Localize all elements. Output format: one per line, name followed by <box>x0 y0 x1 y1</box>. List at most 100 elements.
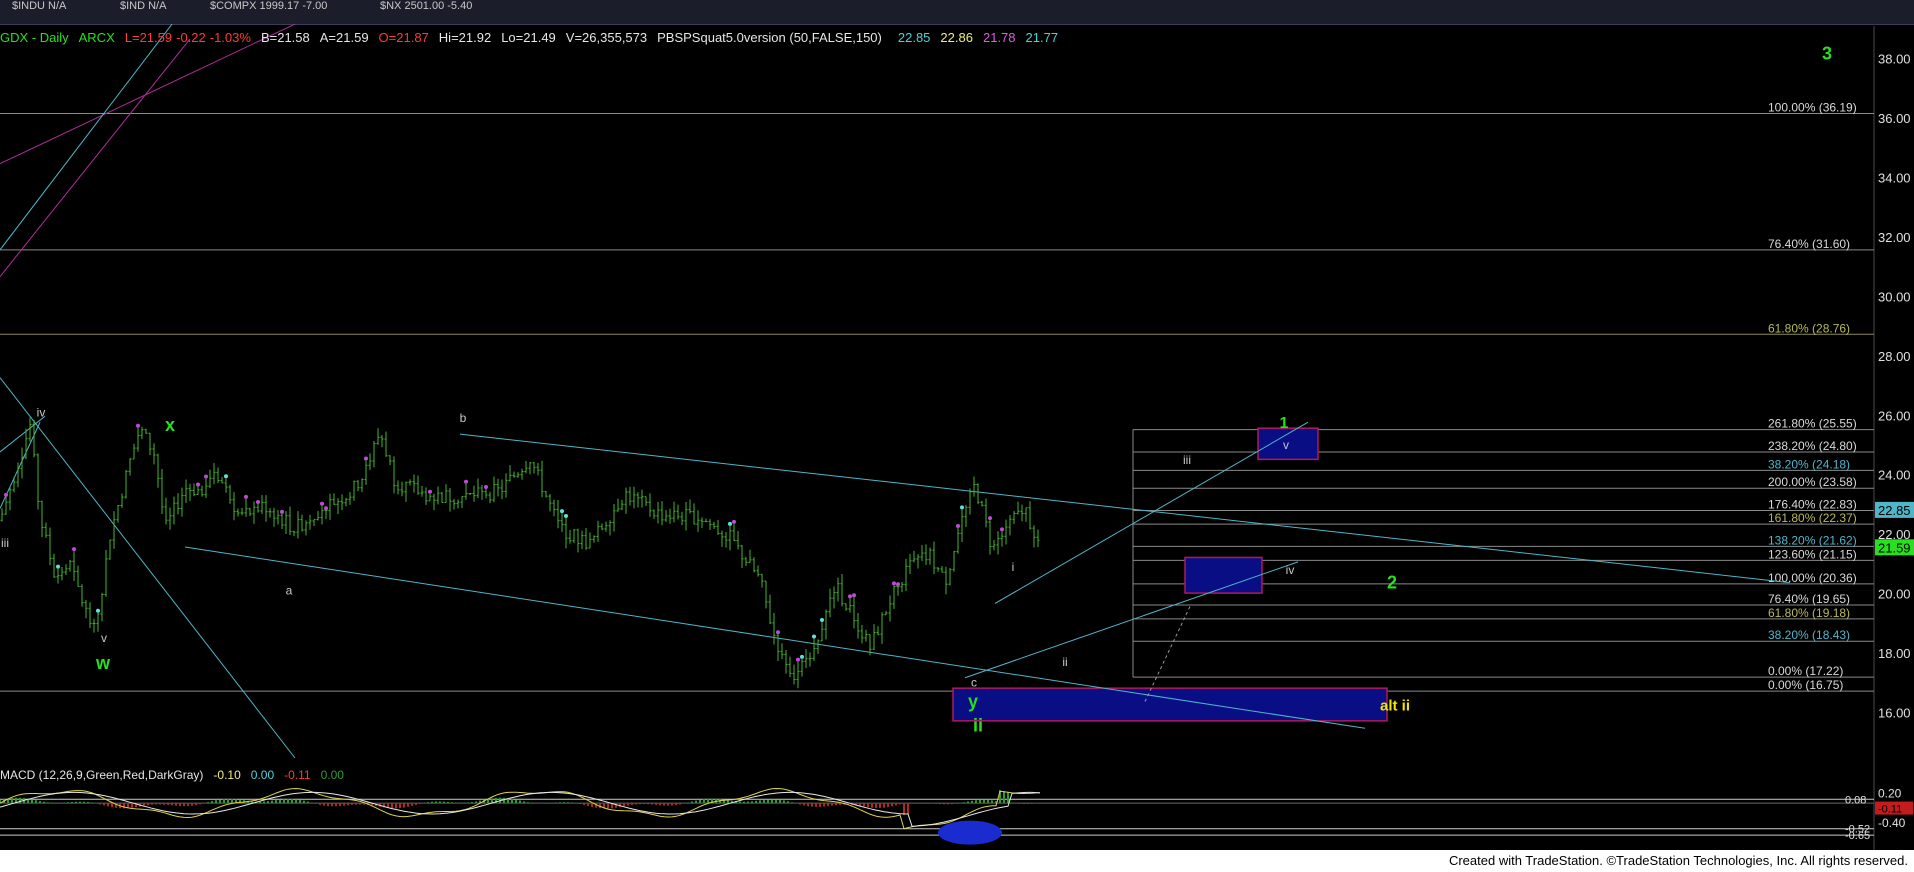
signal-dot <box>564 514 568 519</box>
macd-line <box>0 787 1041 830</box>
wave-label: ii <box>1062 655 1067 669</box>
rising-channel-lower <box>964 561 1299 679</box>
fib-label: 76.40% (31.60) <box>1768 237 1850 251</box>
price-change: -0.22 <box>176 30 206 45</box>
signal-dot <box>204 474 208 479</box>
alt-ii-target-box <box>952 687 1388 722</box>
wave-label: v <box>101 631 107 645</box>
low-price: Lo=21.49 <box>501 30 556 45</box>
fib-label: 76.40% (19.65) <box>1768 592 1850 606</box>
exchange-label: ARCX <box>78 30 115 45</box>
indicator-value-2: 22.86 <box>940 30 973 45</box>
fib-label: 176.40% (22.83) <box>1768 497 1857 511</box>
signal-dot <box>896 582 900 587</box>
price-tag-label: 22.85 <box>1878 503 1911 518</box>
wave-label: 1 <box>1280 415 1289 432</box>
indicator-name: PBSPSquat5.0version (50,FALSE,150) <box>657 30 882 45</box>
y-tick-label: 30.00 <box>1878 289 1911 304</box>
fib-label: 238.20% (24.80) <box>1768 439 1857 453</box>
macd-tag-label: 0.08 <box>1845 794 1866 806</box>
resistance-trend-line <box>459 433 1791 584</box>
signal-dot <box>796 657 800 662</box>
signal-dot <box>428 489 432 494</box>
fib-label: 38.20% (18.43) <box>1768 628 1850 642</box>
macd-header: MACD (12,26,9,Green,Red,DarkGray) -0.10 0.… <box>0 768 354 782</box>
wave-label: v <box>1283 438 1289 452</box>
macd-value-2: 0.00 <box>250 768 275 782</box>
macd-value-3: -0.11 <box>284 768 311 782</box>
wave-label: 3 <box>1822 44 1832 64</box>
indicator-value-4: 21.77 <box>1025 30 1059 45</box>
signal-dot <box>136 423 140 428</box>
price-chart[interactable]: 100.00% (36.19) 76.40% (31.60) 61.80% (28.… <box>0 0 1914 850</box>
signal-dot <box>1000 527 1004 532</box>
bid-price: B=21.58 <box>260 30 310 45</box>
signal-dot <box>728 521 732 526</box>
y-tick-label: 16.00 <box>1878 705 1911 720</box>
channel-stub <box>0 415 46 453</box>
signal-dot <box>848 594 852 599</box>
signal-dot <box>256 499 260 504</box>
fib-label: 138.20% (21.62) <box>1768 533 1857 547</box>
price-axis: 16.0018.0020.0022.0024.0026.0028.0030.00… <box>1875 52 1914 720</box>
copyright-text: Created with TradeStation. ©TradeStation… <box>1448 853 1908 868</box>
open-price: O=21.87 <box>378 30 429 45</box>
signal-dot <box>956 523 960 528</box>
wave-label: i <box>1012 560 1015 574</box>
channel-line-lower <box>0 377 296 759</box>
signal-dot <box>732 519 736 524</box>
wave-labels: 312xwyiialt iiiviiivbaciiiiiiivv <box>1 44 1832 736</box>
wave-label: alt ii <box>1380 697 1410 714</box>
indicator-value-3: 21.78 <box>982 30 1016 45</box>
macd-panel: 0.20-0.400.08-0.11-0.52-0.65 <box>0 786 1913 845</box>
y-tick-label: 32.00 <box>1878 230 1911 245</box>
y-tick-label: 18.00 <box>1878 646 1911 661</box>
fib-label: 123.60% (21.15) <box>1768 547 1857 561</box>
signal-dot <box>72 547 76 552</box>
candlestick-series <box>0 417 1040 689</box>
signal-dot <box>800 654 804 659</box>
macd-tag-label: -0.65 <box>1845 830 1870 842</box>
y-tick-label: 36.00 <box>1878 111 1911 126</box>
trend-lines <box>0 23 1791 759</box>
fib-label: 161.80% (22.37) <box>1768 511 1857 525</box>
macd-value-4: 0.00 <box>320 768 344 782</box>
y-tick-label: 24.00 <box>1878 468 1911 483</box>
macd-label: MACD (12,26,9,Green,Red,DarkGray) <box>0 768 204 782</box>
fib-label: 38.20% (24.18) <box>1768 457 1850 471</box>
signal-dot <box>820 617 824 622</box>
signal-dot <box>852 593 856 598</box>
macd-value-1: -0.10 <box>213 768 241 782</box>
wave-label: y <box>968 691 978 711</box>
wave-label: iii <box>1183 453 1191 467</box>
macd-y-tick: 0.20 <box>1878 786 1902 800</box>
symbol-label: GDX - Daily <box>0 30 69 45</box>
fib-label: 200.00% (23.58) <box>1768 475 1857 489</box>
fib-label: 100.00% (20.36) <box>1768 571 1857 585</box>
fibonacci-levels: 100.00% (36.19) 76.40% (31.60) 61.80% (28.… <box>0 100 1874 692</box>
fib-label: 61.80% (28.76) <box>1768 321 1850 335</box>
signal-dot <box>464 479 468 484</box>
signal-dot <box>324 506 328 511</box>
price-tag-label: 21.59 <box>1878 540 1911 555</box>
wave-label: x <box>165 415 175 435</box>
high-price: Hi=21.92 <box>438 30 492 45</box>
wave-label: c <box>971 676 977 690</box>
volume-value: V=26,355,573 <box>565 30 648 45</box>
y-tick-label: 28.00 <box>1878 349 1911 364</box>
wave-label: iii <box>1 536 9 550</box>
fib-label: 100.00% (36.19) <box>1768 100 1857 114</box>
y-tick-label: 20.00 <box>1878 587 1911 602</box>
channel-line-upper <box>0 23 173 251</box>
signal-dot <box>960 505 964 510</box>
macd-signal-line <box>0 791 1041 827</box>
percent-change: -1.03% <box>209 30 251 45</box>
ask-price: A=21.59 <box>319 30 369 45</box>
signal-dot <box>892 581 896 586</box>
wave-label: a <box>286 584 293 598</box>
chart-header: GDX - Daily ARCX L=21.59 -0.22 -1.03% B=21.58… <box>0 30 1068 46</box>
fib-label: 261.80% (25.55) <box>1768 417 1857 431</box>
y-tick-label: 38.00 <box>1878 52 1911 67</box>
copyright-footer: Created with TradeStation. ©TradeStation… <box>0 850 1914 872</box>
signal-dot <box>364 456 368 461</box>
